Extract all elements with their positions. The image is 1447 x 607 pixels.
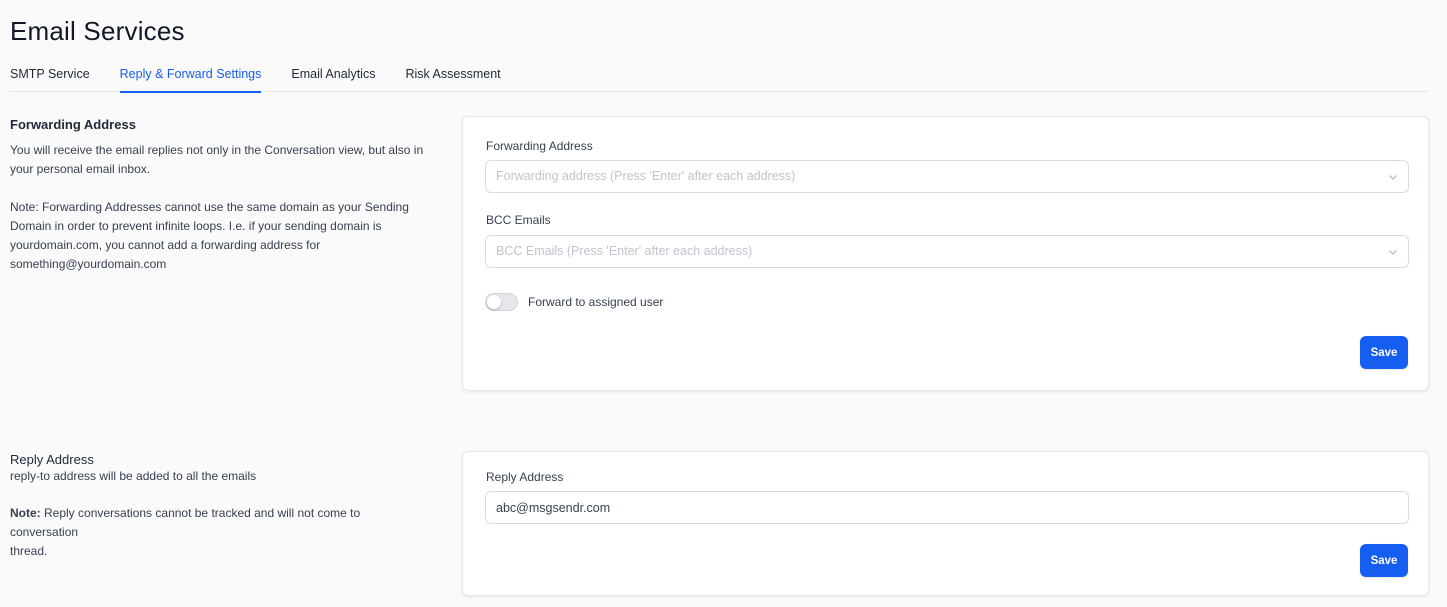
toggle-knob	[487, 295, 501, 309]
bcc-emails-placeholder: BCC Emails (Press 'Enter' after each add…	[496, 244, 753, 258]
forward-to-assigned-user-toggle[interactable]	[485, 293, 518, 311]
forwarding-note: Note: Forwarding Addresses cannot use th…	[10, 198, 430, 274]
tab-bar: SMTP Service Reply & Forward Settings Em…	[10, 60, 1429, 93]
tab-risk-assessment[interactable]: Risk Assessment	[405, 60, 500, 92]
forwarding-note-line: yourdomain.com, you cannot add a forward…	[10, 238, 321, 252]
forward-to-assigned-user-label: Forward to assigned user	[528, 295, 664, 309]
forwarding-note-line: Domain in order to prevent infinite loop…	[10, 219, 382, 233]
reply-address-label: Reply Address	[486, 470, 564, 484]
email-services-page: Email Services SMTP Service Reply & Forw…	[0, 0, 1447, 607]
reply-heading: Reply Address	[10, 452, 94, 467]
reply-description: Reply Address reply-to address will be a…	[10, 452, 430, 561]
forwarding-address-select[interactable]: Forwarding address (Press 'Enter' after …	[485, 160, 1409, 193]
tab-email-analytics[interactable]: Email Analytics	[291, 60, 375, 92]
forwarding-save-button[interactable]: Save	[1360, 336, 1408, 369]
bcc-emails-label: BCC Emails	[486, 213, 551, 227]
reply-note-bold: Note:	[10, 506, 41, 520]
reply-note: Note: Reply conversations cannot be trac…	[10, 504, 430, 561]
reply-card: Reply Address Save	[462, 451, 1429, 596]
bcc-emails-select[interactable]: BCC Emails (Press 'Enter' after each add…	[485, 235, 1409, 268]
forwarding-address-placeholder: Forwarding address (Press 'Enter' after …	[496, 169, 796, 183]
page-title: Email Services	[10, 16, 185, 46]
reply-address-input[interactable]	[485, 491, 1409, 524]
reply-save-button[interactable]: Save	[1360, 544, 1408, 577]
tab-reply-forward-settings[interactable]: Reply & Forward Settings	[119, 60, 261, 93]
forwarding-heading: Forwarding Address	[10, 117, 136, 132]
forwarding-description-text: You will receive the email replies not o…	[10, 141, 430, 179]
forwarding-note-line: something@yourdomain.com	[10, 257, 167, 271]
chevron-down-icon	[1389, 175, 1397, 180]
reply-note-line: Note: Reply conversations cannot be trac…	[10, 504, 430, 542]
forwarding-address-label: Forwarding Address	[486, 139, 593, 153]
forwarding-description-line: You will receive the email replies not o…	[10, 143, 424, 157]
reply-note-text: Reply conversations cannot be tracked an…	[10, 506, 361, 539]
tab-smtp-service[interactable]: SMTP Service	[10, 60, 90, 92]
chevron-down-icon	[1389, 250, 1397, 255]
reply-description-text: reply-to address will be added to all th…	[10, 469, 257, 483]
forwarding-description-line: your personal email inbox.	[10, 162, 151, 176]
forwarding-card: Forwarding Address Forwarding address (P…	[462, 116, 1429, 391]
forwarding-note-line: Note: Forwarding Addresses cannot use th…	[10, 200, 409, 214]
reply-note-line: thread.	[10, 544, 48, 558]
forwarding-description: Forwarding Address You will receive the …	[10, 117, 430, 274]
